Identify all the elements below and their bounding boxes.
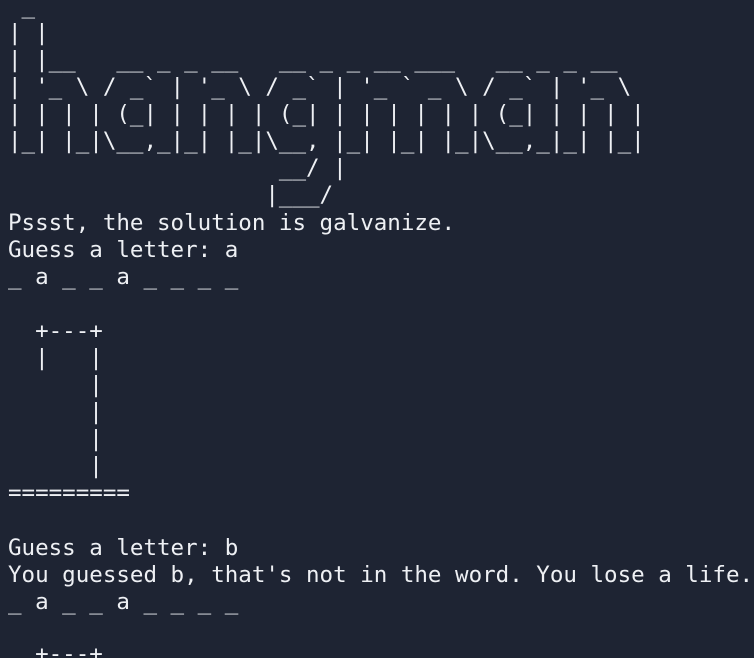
guess-prompt-2: Guess a letter: b: [8, 535, 239, 561]
solution-hint-text: Pssst, the solution is galvanize.: [8, 210, 456, 236]
gallows-line-1: +---+: [8, 318, 103, 344]
terminal-window[interactable]: _ | | | |__ __ _ _ __ __ _ _ __ ___ __ _…: [0, 0, 754, 658]
word-progress-1: _ a _ _ a _ _ _ _: [8, 264, 239, 290]
word-progress-2: _ a _ _ a _ _ _ _: [8, 589, 239, 615]
gallows-line-6: |: [8, 453, 103, 479]
wrong-guess-message: You guessed b, that's not in the word. Y…: [8, 562, 754, 588]
ascii-banner-line-6: |_| |_|\__,_|_| |_|\__, |_| |_| |_|\__,_…: [8, 128, 645, 154]
ascii-banner-line-3: | |__ __ _ _ __ __ _ _ __ ___ __ _ _ __: [8, 47, 618, 73]
guess-prompt-1: Guess a letter: a: [8, 237, 239, 263]
ascii-banner-line-5: | | | | (_| | | | | (_| | | | | | | (_| …: [8, 101, 645, 127]
ascii-banner-line-7: __/ |: [8, 155, 347, 181]
ascii-banner-line-2: | |: [8, 20, 49, 46]
gallows-line-3: |: [8, 372, 103, 398]
gallows-line-2: | |: [8, 345, 103, 371]
gallows-line-5: |: [8, 426, 103, 452]
ascii-banner-line-1: _: [8, 0, 36, 19]
ascii-banner-line-8: |___/: [8, 182, 334, 208]
gallows-base: =========: [8, 480, 130, 506]
gallows-line-4: |: [8, 399, 103, 425]
ascii-banner-line-4: | '_ \ / _` | '_ \ / _` | '_ ` _ \ / _` …: [8, 74, 632, 100]
gallows-line-1-repeat: +---+: [8, 641, 103, 658]
